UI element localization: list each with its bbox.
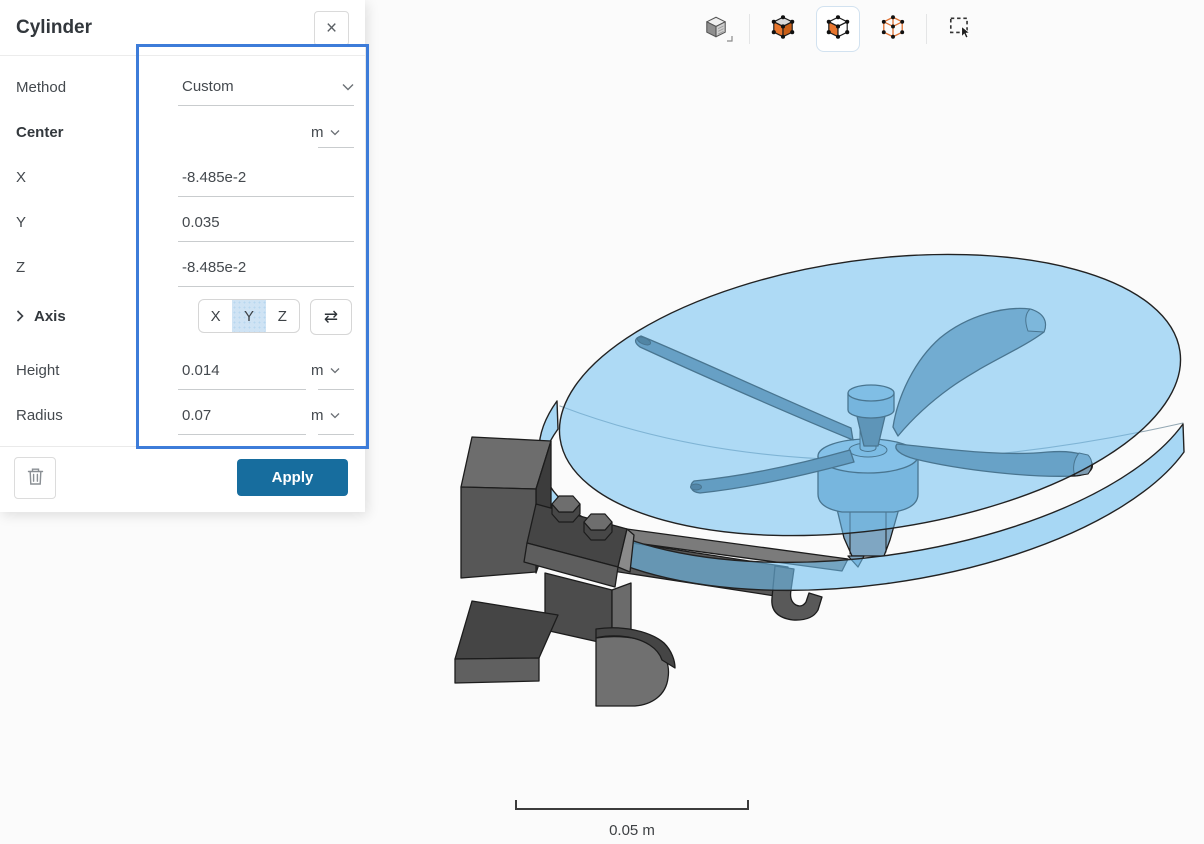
- axis-label: Axis: [34, 308, 66, 325]
- x-input[interactable]: -8.485e-2: [182, 169, 246, 186]
- flyout-corner-icon: [727, 29, 733, 47]
- axis-option-y[interactable]: Y: [232, 300, 265, 332]
- height-input[interactable]: 0.014: [182, 362, 220, 379]
- toolbar-separator: [926, 14, 927, 44]
- close-button[interactable]: ×: [314, 11, 349, 46]
- height-unit-value: m: [311, 362, 324, 379]
- center-unit-value: m: [311, 124, 324, 141]
- chevron-down-icon: [342, 83, 354, 91]
- panel-footer: Apply: [0, 446, 365, 512]
- axis-option-x[interactable]: X: [199, 300, 232, 332]
- scale-bar: [515, 800, 749, 810]
- panel-title: Cylinder: [16, 17, 92, 39]
- x-underline: [178, 196, 354, 197]
- y-label: Y: [16, 214, 26, 231]
- selection-mode-toolbar: [694, 6, 982, 52]
- box-select-button[interactable]: [938, 6, 982, 52]
- radius-label: Radius: [16, 407, 63, 424]
- y-input[interactable]: 0.035: [182, 214, 220, 231]
- height-underline: [178, 389, 306, 390]
- scale-bar-label: 0.05 m: [515, 822, 749, 839]
- method-underline: [178, 105, 354, 106]
- z-underline: [178, 286, 354, 287]
- close-icon: ×: [326, 19, 337, 38]
- delete-button[interactable]: [14, 457, 56, 499]
- axis-expand-chevron-icon[interactable]: [16, 310, 24, 322]
- center-unit-underline: [318, 147, 354, 148]
- height-unit-select[interactable]: m: [311, 362, 355, 379]
- z-label: Z: [16, 259, 25, 276]
- method-select[interactable]: Custom: [182, 78, 354, 95]
- face-select-button[interactable]: [816, 6, 860, 52]
- toolbar-separator: [749, 14, 750, 44]
- chevron-down-icon: [330, 367, 340, 374]
- axis-flip-button[interactable]: ⇄: [310, 299, 352, 335]
- axis-segmented-control: X Y Z: [198, 299, 300, 333]
- mount-base-plate: [455, 601, 558, 659]
- trash-icon: [27, 467, 44, 490]
- mount-foot: [596, 628, 675, 706]
- radius-unit-underline: [318, 434, 354, 435]
- x-label: X: [16, 169, 26, 186]
- volume-select-icon: [770, 14, 796, 45]
- chevron-down-icon: [330, 129, 340, 136]
- height-unit-underline: [318, 389, 354, 390]
- apply-button[interactable]: Apply: [237, 459, 348, 496]
- method-label: Method: [16, 79, 66, 96]
- edge-select-icon: [880, 14, 906, 45]
- radius-underline: [178, 434, 306, 435]
- edge-select-button[interactable]: [871, 6, 915, 52]
- face-select-icon: [825, 14, 851, 45]
- volume-select-button[interactable]: [761, 6, 805, 52]
- center-unit-select[interactable]: m: [311, 124, 355, 141]
- axis-option-z[interactable]: Z: [266, 300, 299, 332]
- solid-cube-view-button[interactable]: [694, 6, 738, 52]
- hex-bolt-1: [552, 496, 580, 522]
- center-label: Center: [16, 124, 64, 141]
- height-label: Height: [16, 362, 59, 379]
- chevron-down-icon: [330, 412, 340, 419]
- mount-tall-block: [461, 437, 551, 489]
- solid-cube-icon: [703, 14, 729, 45]
- radius-unit-value: m: [311, 407, 324, 424]
- method-value: Custom: [182, 78, 234, 95]
- radius-input[interactable]: 0.07: [182, 407, 211, 424]
- z-input[interactable]: -8.485e-2: [182, 259, 246, 276]
- hex-bolt-2: [584, 514, 612, 540]
- y-underline: [178, 241, 354, 242]
- radius-unit-select[interactable]: m: [311, 407, 355, 424]
- swap-arrows-icon: ⇄: [324, 307, 338, 327]
- panel-header: Cylinder ×: [0, 0, 365, 56]
- box-select-icon: [947, 14, 973, 45]
- cylinder-properties-panel: Cylinder × Method Custom Center m X -8.4…: [0, 0, 365, 512]
